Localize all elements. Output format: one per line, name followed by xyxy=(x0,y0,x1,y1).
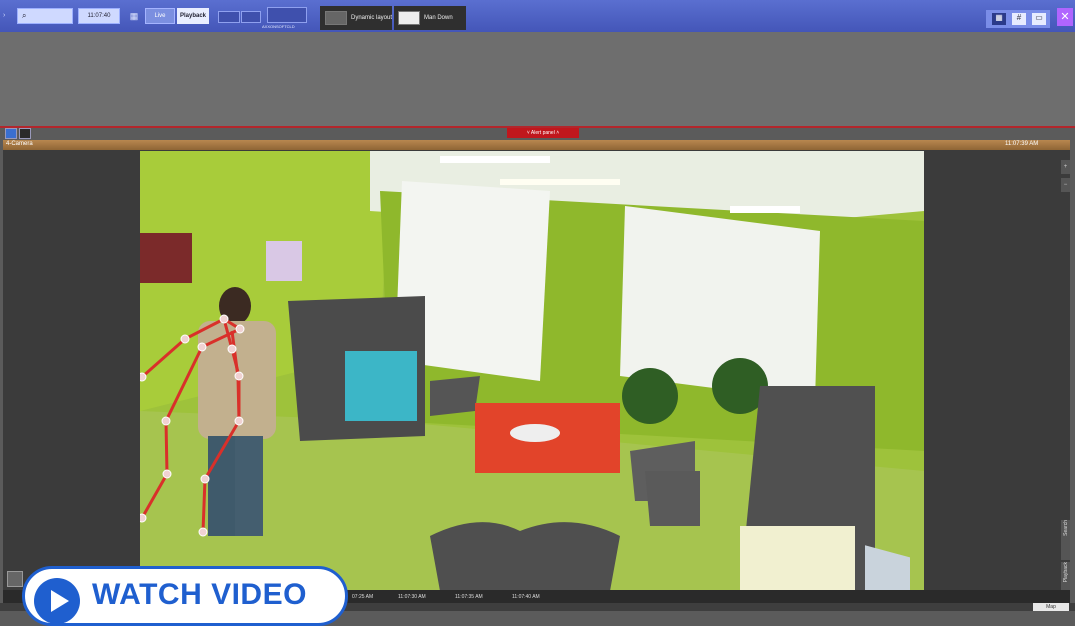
tab-label: Dynamic layout xyxy=(351,15,393,21)
camera-select-icon[interactable] xyxy=(5,128,17,139)
office-scene xyxy=(140,151,924,591)
live-button[interactable]: Live xyxy=(145,8,175,24)
watch-video-label: WATCH VIDEO xyxy=(92,578,307,611)
camera-video[interactable] xyxy=(140,151,924,591)
toolbar-clock: 11:07:40 xyxy=(78,8,120,24)
tools-icon[interactable]: ✕ xyxy=(1057,8,1073,26)
timeline-tick: 11:07:30 AM xyxy=(398,594,426,600)
panel-toggle-icon[interactable] xyxy=(19,128,31,139)
timeline-tick: 07:25 AM xyxy=(352,594,374,600)
search-field[interactable]: ⌕ xyxy=(17,8,73,24)
play-triangle xyxy=(51,590,69,612)
layout-view-switcher[interactable]: ▦ # ▭ xyxy=(986,10,1050,28)
playback-tab-label: Playback xyxy=(1062,562,1069,583)
chevron-up-icon: ˄ xyxy=(554,130,560,136)
tab-man-down[interactable]: Man Down xyxy=(394,6,466,30)
search-tab[interactable]: Search xyxy=(1061,520,1070,560)
tab-dynamic-layout[interactable]: Dynamic layout xyxy=(320,6,392,30)
timeline-tick: 11:07:35 AM xyxy=(455,594,483,600)
alert-panel-label: Alert panel xyxy=(530,130,555,136)
camera-thumb-icon[interactable] xyxy=(218,11,240,23)
tab-label: Man Down xyxy=(424,15,453,21)
search-tab-label: Search xyxy=(1062,520,1069,536)
layout-area xyxy=(0,32,1075,128)
playback-button[interactable]: Playback xyxy=(177,8,209,24)
layout-thumb[interactable] xyxy=(267,7,307,23)
zoom-minus-icon[interactable]: − xyxy=(1061,178,1070,192)
expand-arrow-icon[interactable]: › xyxy=(3,12,5,19)
single-view-icon[interactable]: ▭ xyxy=(1032,13,1046,25)
export-icon[interactable] xyxy=(7,571,23,587)
search-icon: ⌕ xyxy=(22,11,27,20)
layout-name: AXXONSOFTCLD xyxy=(262,24,295,29)
tab-thumb xyxy=(398,11,420,25)
camera-thumb-icon[interactable] xyxy=(241,11,261,23)
layout-grid-icon[interactable]: ▦ xyxy=(128,8,140,24)
camera-title-bar xyxy=(3,140,1070,150)
timeline-tick: 11:07:40 AM xyxy=(512,594,540,600)
map-tab[interactable]: Map xyxy=(1033,603,1069,611)
zoom-plus-icon[interactable]: + xyxy=(1061,160,1070,174)
camera-timestamp: 11:07:39 AM xyxy=(1005,141,1039,147)
split-view-icon[interactable]: # xyxy=(1012,13,1026,25)
grid-view-icon[interactable]: ▦ xyxy=(992,13,1006,25)
tab-thumb xyxy=(325,11,347,25)
camera-title: 4-Camera xyxy=(6,141,33,147)
alert-panel-toggle[interactable]: ˅ Alert panel ˄ xyxy=(507,128,579,138)
